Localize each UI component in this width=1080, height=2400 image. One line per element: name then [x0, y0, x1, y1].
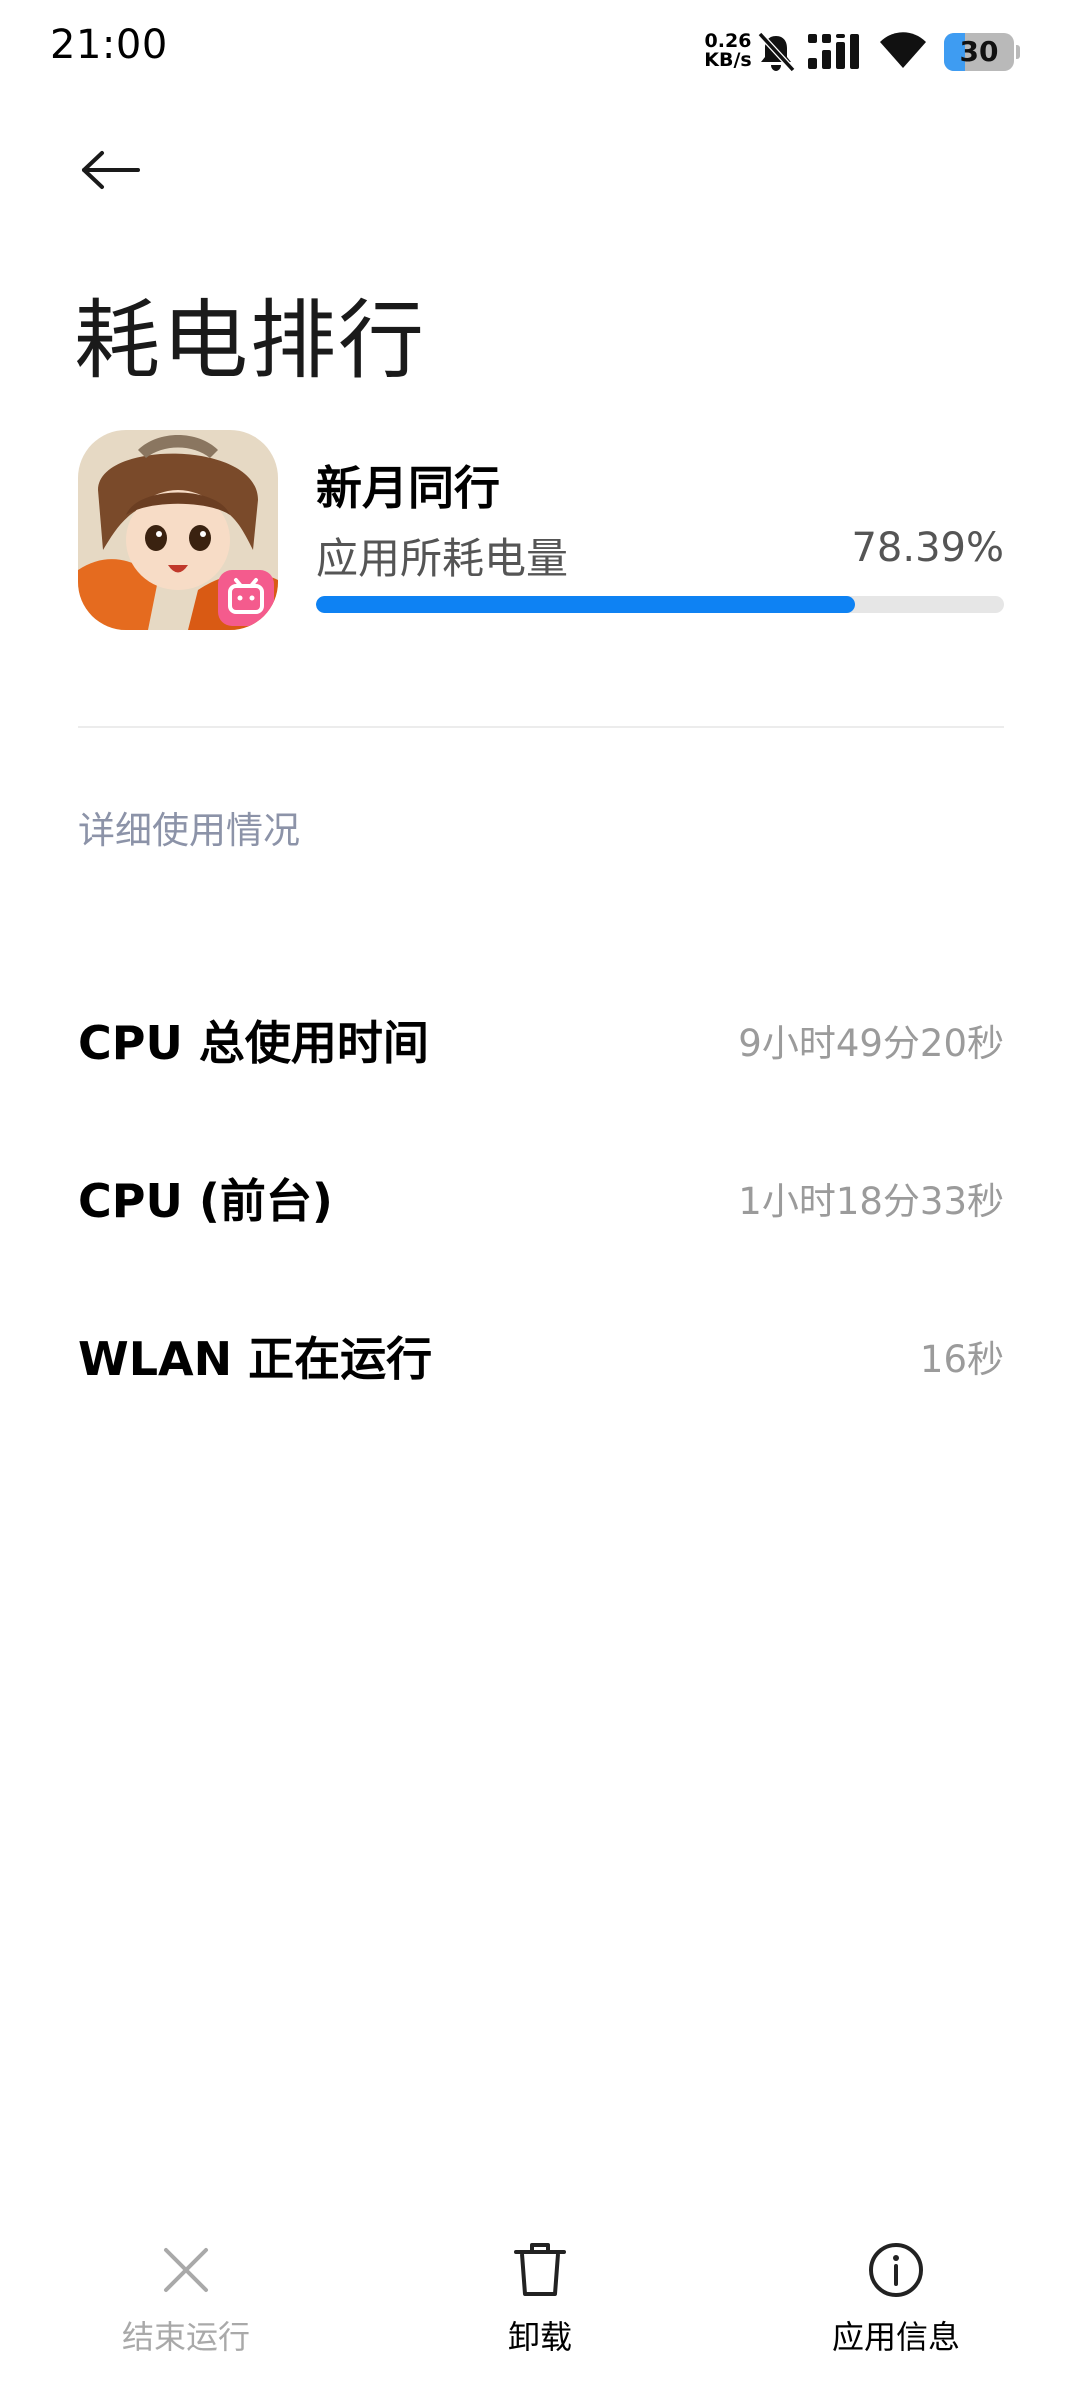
usage-percent: 78.39%: [851, 525, 1004, 571]
trash-icon: [514, 2243, 566, 2296]
app-icon: [78, 430, 278, 630]
detail-value: 1小时18分33秒: [738, 1180, 1004, 1223]
bell-off-icon: [757, 31, 796, 73]
usage-label: 应用所耗电量: [316, 534, 569, 583]
usage-progress-fill: [316, 596, 856, 613]
status-time: 21:00: [50, 22, 168, 68]
app-name: 新月同行: [316, 461, 500, 515]
battery-usage-screen: 21:00 0.26 KB/s 30 耗电排行 新月同行 应用所耗电量 78.3…: [0, 0, 1080, 2400]
section-header-details: 详细使用情况: [78, 809, 300, 852]
uninstall-button[interactable]: 卸载: [420, 2240, 660, 2370]
anime-character-app-icon: [78, 430, 278, 630]
page-title: 耗电排行: [74, 291, 426, 391]
wifi-icon: [880, 32, 926, 68]
signal-icon: [808, 34, 859, 69]
status-bar: 21:00 0.26 KB/s 30: [0, 0, 1080, 100]
detail-label: CPU (前台): [78, 1174, 333, 1228]
back-button[interactable]: [70, 130, 150, 210]
battery-indicator: 30: [944, 33, 1020, 71]
usage-progress-bar: [316, 596, 1004, 613]
close-icon: [164, 2248, 208, 2292]
detail-value: 9小时49分20秒: [738, 1022, 1004, 1065]
end-process-label: 结束运行: [121, 2318, 250, 2356]
uninstall-label: 卸载: [507, 2318, 572, 2356]
network-speed-unit: KB/s: [704, 49, 752, 71]
detail-value: 16秒: [919, 1338, 1004, 1381]
back-arrow-icon: [82, 151, 140, 189]
battery-cap: [1016, 45, 1020, 59]
network-speed: 0.26 KB/s: [702, 32, 754, 70]
info-icon: [869, 2243, 923, 2297]
end-process-button[interactable]: 结束运行: [66, 2240, 306, 2370]
detail-label: CPU 总使用时间: [78, 1016, 429, 1070]
app-info-button[interactable]: 应用信息: [776, 2240, 1016, 2370]
detail-row-cpu-foreground: CPU (前台) 1小时18分33秒: [78, 1158, 1004, 1238]
divider: [78, 726, 1004, 728]
app-info-label: 应用信息: [831, 2318, 960, 2356]
detail-row-wlan: WLAN 正在运行 16秒: [78, 1316, 1004, 1396]
detail-row-cpu-total: CPU 总使用时间 9小时49分20秒: [78, 1000, 1004, 1080]
battery-level: 30: [959, 35, 999, 68]
detail-label: WLAN 正在运行: [78, 1332, 433, 1386]
